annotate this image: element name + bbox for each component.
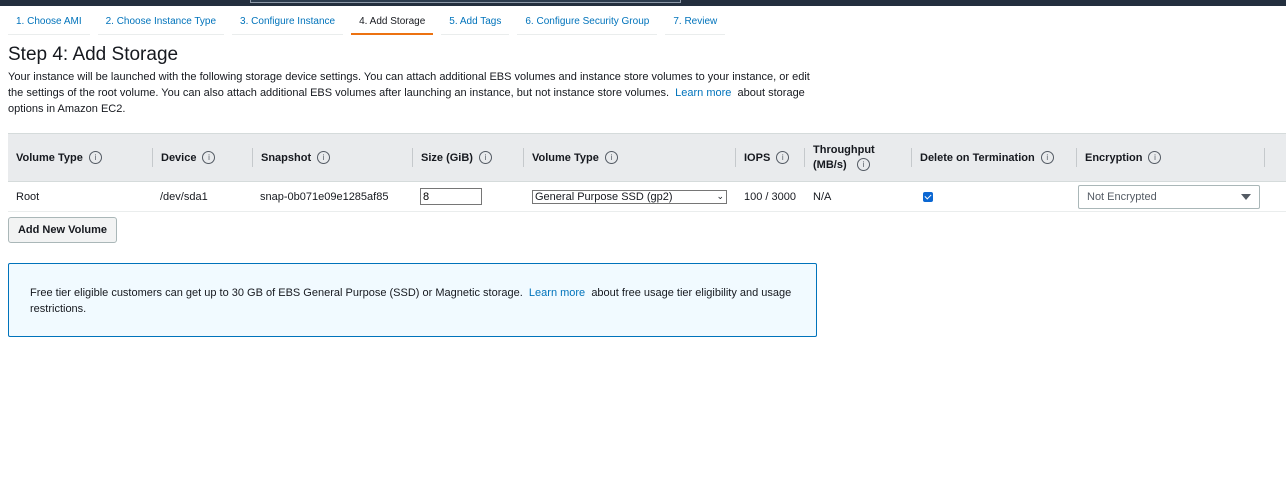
add-new-volume-button[interactable]: Add New Volume — [8, 217, 117, 243]
header-label: Throughput (MB/s) — [813, 143, 875, 171]
header-label: Size (GiB) — [421, 151, 473, 164]
header-snapshot: Snapshot i — [253, 134, 413, 181]
learn-more-link[interactable]: Learn more — [675, 87, 731, 99]
info-icon[interactable]: i — [202, 151, 216, 164]
cell-device: /dev/sda1 — [160, 190, 208, 203]
header-delete-on-termination: Delete on Termination i — [912, 134, 1077, 181]
header-volume-type: Volume Type i — [8, 134, 153, 181]
cell-size — [412, 182, 524, 211]
tab-choose-instance-type[interactable]: 2. Choose Instance Type — [97, 12, 225, 35]
tab-review[interactable]: 7. Review — [665, 12, 726, 35]
info-icon[interactable]: i — [317, 151, 331, 164]
header-iops: IOPS i — [736, 134, 805, 181]
address-bar[interactable] — [250, 0, 681, 3]
cell-encryption: Not Encrypted — [1070, 182, 1260, 211]
table-row: Root /dev/sda1 snap-0b071e09e1285af85 Ge… — [8, 182, 1286, 212]
encryption-select[interactable]: Not Encrypted — [1078, 184, 1260, 209]
table-header: Volume Type i Device i Snapshot i Size (… — [8, 133, 1286, 182]
header-label: Delete on Termination — [920, 151, 1035, 164]
tab-configure-security-group[interactable]: 6. Configure Security Group — [517, 12, 658, 35]
header-label: Volume Type — [16, 151, 83, 164]
tab-configure-instance[interactable]: 3. Configure Instance — [232, 12, 344, 35]
intro-text: Your instance will be launched with the … — [8, 69, 818, 117]
delete-on-termination-checkbox[interactable] — [923, 191, 933, 202]
volume-type-value: General Purpose SSD (gp2) — [535, 190, 673, 203]
chevron-down-icon: ⌄ — [716, 191, 724, 201]
wizard-steps: 1. Choose AMI 2. Choose Instance Type 3.… — [8, 12, 733, 36]
size-input[interactable] — [420, 188, 482, 205]
info-icon[interactable]: i — [88, 151, 102, 164]
free-tier-notice: Free tier eligible customers can get up … — [8, 263, 817, 337]
header-label: Device — [161, 151, 197, 164]
tab-choose-ami[interactable]: 1. Choose AMI — [8, 12, 90, 35]
header-volume-type-select: Volume Type i — [524, 134, 736, 181]
top-navigation-bar — [0, 0, 1286, 6]
notice-text: Free tier eligible customers can get up … — [30, 287, 523, 299]
info-icon[interactable]: i — [478, 151, 492, 164]
header-throughput: Throughput (MB/s) i — [805, 134, 912, 181]
info-icon[interactable]: i — [604, 151, 618, 164]
cell-throughput: N/A — [813, 190, 832, 203]
encryption-value: Not Encrypted — [1087, 190, 1157, 203]
cell-iops: 100 / 3000 — [744, 190, 796, 203]
cell-snapshot: snap-0b071e09e1285af85 — [260, 190, 389, 203]
notice-learn-more-link[interactable]: Learn more — [529, 287, 585, 299]
cell-delete-on-termination — [914, 182, 1070, 211]
storage-table: Volume Type i Device i Snapshot i Size (… — [8, 133, 1286, 212]
tab-add-storage[interactable]: 4. Add Storage — [351, 12, 434, 35]
header-label: Snapshot — [261, 151, 312, 164]
cell-volume-type: Root — [16, 190, 40, 203]
info-icon[interactable]: i — [857, 158, 870, 171]
page-title: Step 4: Add Storage — [8, 44, 179, 65]
volume-type-select[interactable]: General Purpose SSD (gp2) ⌄ — [532, 189, 727, 204]
info-icon[interactable]: i — [1040, 151, 1054, 164]
header-size: Size (GiB) i — [413, 134, 524, 181]
caret-down-icon — [1241, 193, 1251, 200]
info-icon[interactable]: i — [1148, 151, 1162, 164]
header-label: Volume Type — [532, 151, 599, 164]
info-icon[interactable]: i — [776, 151, 790, 164]
tab-add-tags[interactable]: 5. Add Tags — [441, 12, 510, 35]
header-encryption: Encryption i — [1077, 134, 1265, 181]
header-label: Encryption — [1085, 151, 1143, 164]
header-label: IOPS — [744, 151, 771, 164]
header-device: Device i — [153, 134, 253, 181]
cell-volume-type-select: General Purpose SSD (gp2) ⌄ — [524, 182, 736, 211]
